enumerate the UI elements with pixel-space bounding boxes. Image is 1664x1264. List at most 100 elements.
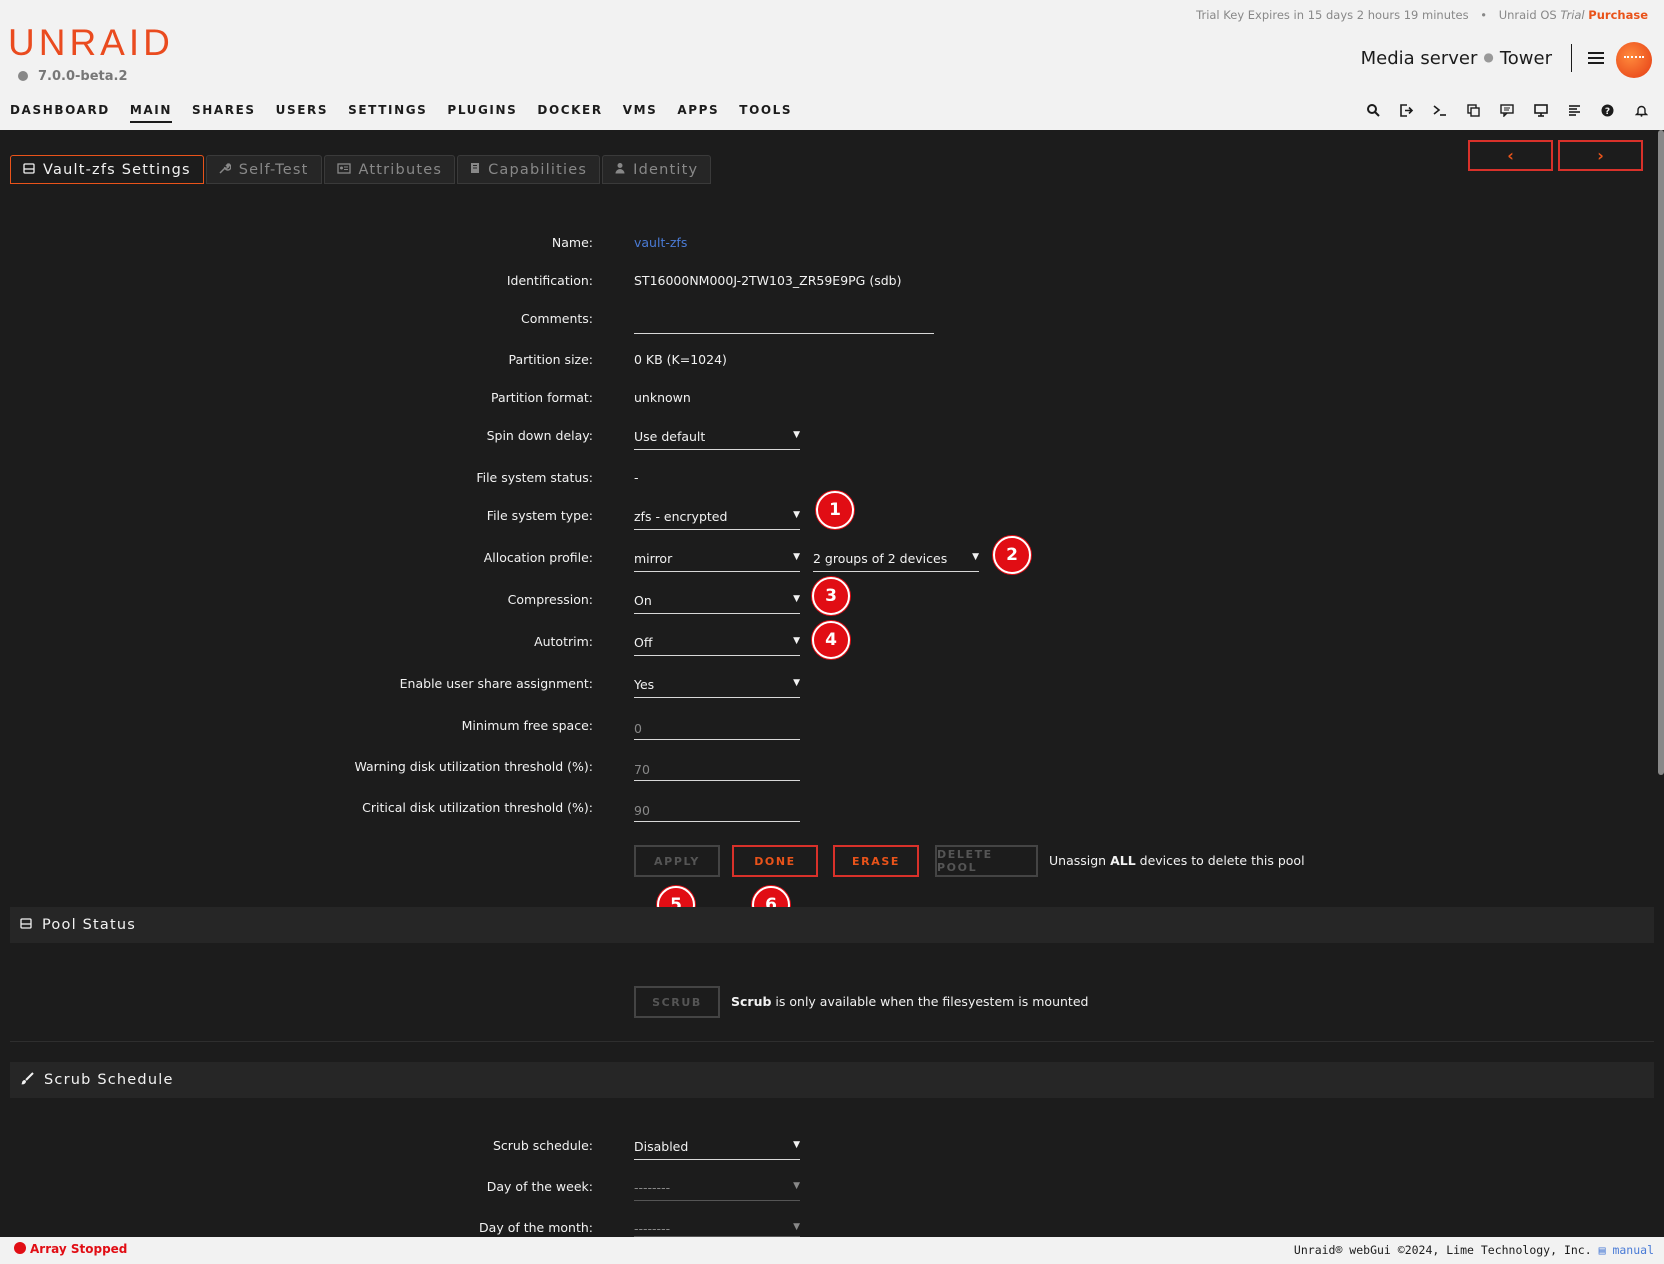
identification-value: ST16000NM000J-2TW103_ZR59E9PG (sdb) — [634, 273, 902, 288]
tab-capabilities[interactable]: Capabilities — [457, 155, 601, 184]
tab-attributes[interactable]: Attributes — [323, 155, 456, 184]
drive-icon — [23, 162, 35, 177]
next-device-button[interactable]: › — [1558, 140, 1643, 171]
nav-apps[interactable]: APPS — [677, 103, 719, 123]
drive-icon — [20, 917, 32, 933]
tab-label: Attributes — [358, 161, 443, 178]
trial-info: Trial Key Expires in 15 days 2 hours 19 … — [1196, 8, 1648, 22]
feedback-icon[interactable] — [1491, 102, 1525, 118]
day-of-week-select[interactable]: -------- ▼ — [634, 1175, 800, 1201]
allocation-profile-select[interactable]: mirror ▼ — [634, 546, 800, 572]
scrub-schedule-select[interactable]: Disabled ▼ — [634, 1134, 800, 1160]
terminal-icon[interactable] — [1424, 102, 1458, 118]
tab-label: Identity — [633, 161, 699, 178]
scrub-schedule-label: Scrub schedule: — [492, 1138, 593, 1153]
nav-dashboard[interactable]: DASHBOARD — [10, 103, 110, 123]
log-icon[interactable] — [1558, 102, 1592, 118]
tab-vault-zfs-settings[interactable]: Vault-zfs Settings — [10, 155, 204, 184]
nav-docker[interactable]: DOCKER — [537, 103, 602, 123]
tab-label: Capabilities — [488, 161, 588, 178]
annotation-badge-4: 4 — [812, 621, 850, 659]
nav-main[interactable]: MAIN — [129, 103, 172, 123]
bell-icon[interactable] — [1625, 102, 1659, 118]
done-button[interactable]: DONE — [732, 845, 818, 877]
server-description: Media server — [1360, 48, 1478, 69]
os-trial-label: Trial — [1560, 8, 1585, 22]
scrub-button[interactable]: SCRUB — [634, 986, 720, 1018]
svg-text:?: ? — [1605, 107, 1610, 117]
day-of-month-select[interactable]: -------- ▼ — [634, 1216, 800, 1237]
unraid-logo[interactable]: UNRAID — [8, 22, 174, 64]
user-icon — [615, 162, 625, 177]
nav-plugins[interactable]: PLUGINS — [447, 103, 517, 123]
compression-select[interactable]: On ▼ — [634, 588, 800, 614]
tab-identity[interactable]: Identity — [602, 155, 712, 184]
erase-button[interactable]: ERASE — [833, 845, 919, 877]
divider — [1571, 44, 1572, 72]
caret-down-icon: ▼ — [793, 678, 800, 688]
annotation-badge-2: 2 — [993, 536, 1031, 574]
spin-down-select[interactable]: Use default ▼ — [634, 424, 800, 450]
user-share-select[interactable]: Yes ▼ — [634, 672, 800, 698]
annotation-badge-3: 3 — [812, 577, 850, 615]
pool-status-header: Pool Status — [10, 907, 1654, 943]
previous-device-button[interactable]: ‹ — [1468, 140, 1553, 171]
critical-threshold-input[interactable] — [634, 796, 800, 822]
allocation-groups-select[interactable]: 2 groups of 2 devices ▼ — [813, 546, 979, 572]
min-free-input[interactable] — [634, 714, 800, 740]
logout-icon[interactable] — [1390, 102, 1424, 118]
comments-label: Comments: — [521, 311, 593, 326]
info-icon[interactable] — [1524, 102, 1558, 118]
warning-threshold-input[interactable] — [634, 755, 800, 781]
spin-down-label: Spin down delay: — [486, 428, 593, 443]
caret-down-icon: ▼ — [793, 510, 800, 520]
chevron-left-icon: ‹ — [1507, 146, 1514, 165]
wrench-icon — [219, 162, 232, 177]
nav-shares[interactable]: SHARES — [192, 103, 256, 123]
caret-down-icon: ▼ — [793, 1181, 800, 1191]
version-label: 7.0.0-beta.2 — [18, 69, 128, 84]
autotrim-select[interactable]: Off ▼ — [634, 630, 800, 656]
partition-format-value: unknown — [634, 390, 691, 405]
nav-settings[interactable]: SETTINGS — [348, 103, 427, 123]
main-nav: DASHBOARD MAIN SHARES USERS SETTINGS PLU… — [10, 103, 812, 123]
fs-type-select[interactable]: zfs - encrypted ▼ — [634, 504, 800, 530]
delete-pool-button[interactable]: DELETE POOL — [935, 845, 1038, 877]
name-value[interactable]: vault-zfs — [634, 235, 687, 250]
nav-tools[interactable]: TOOLS — [739, 103, 792, 123]
day-of-month-label: Day of the month: — [479, 1220, 593, 1235]
hamburger-menu-icon[interactable] — [1586, 49, 1606, 69]
apply-button[interactable]: APPLY — [634, 845, 720, 877]
nav-icon-bar: ? — [1357, 102, 1659, 118]
tab-label: Vault-zfs Settings — [43, 161, 191, 178]
fs-type-label: File system type: — [486, 508, 593, 523]
warning-threshold-label: Warning disk utilization threshold (%): — [354, 759, 593, 774]
partition-format-label: Partition format: — [491, 390, 593, 405]
caret-down-icon: ▼ — [793, 552, 800, 562]
search-icon[interactable] — [1357, 102, 1391, 118]
compression-label: Compression: — [507, 592, 593, 607]
caret-down-icon: ▼ — [793, 636, 800, 646]
copy-icon[interactable] — [1457, 102, 1491, 118]
scrollbar[interactable] — [1658, 130, 1664, 775]
purchase-link[interactable]: Purchase — [1588, 8, 1648, 22]
scrub-schedule-title: Scrub Schedule — [44, 1072, 174, 1088]
divider — [10, 1041, 1654, 1042]
tab-self-test[interactable]: Self-Test — [205, 155, 322, 184]
manual-link[interactable]: ▤ manual — [1599, 1243, 1654, 1257]
scrub-note: Scrub is only available when the filesye… — [731, 994, 1089, 1009]
avatar[interactable] — [1616, 42, 1652, 78]
caret-down-icon: ▼ — [793, 1222, 800, 1232]
annotation-badge-1: 1 — [816, 491, 854, 529]
caret-down-icon: ▼ — [793, 594, 800, 604]
day-of-week-label: Day of the week: — [486, 1179, 593, 1194]
copyright: Unraid® webGui ©2024, Lime Technology, I… — [1293, 1243, 1654, 1257]
caret-down-icon: ▼ — [793, 430, 800, 440]
book-icon: ▤ — [1598, 1243, 1606, 1257]
comments-input[interactable] — [634, 308, 934, 334]
tab-bar: Vault-zfs Settings Self-Test Attributes … — [10, 155, 713, 184]
help-icon[interactable]: ? — [1591, 102, 1625, 118]
server-name: Tower — [1499, 48, 1552, 69]
nav-vms[interactable]: VMS — [623, 103, 658, 123]
nav-users[interactable]: USERS — [276, 103, 328, 123]
